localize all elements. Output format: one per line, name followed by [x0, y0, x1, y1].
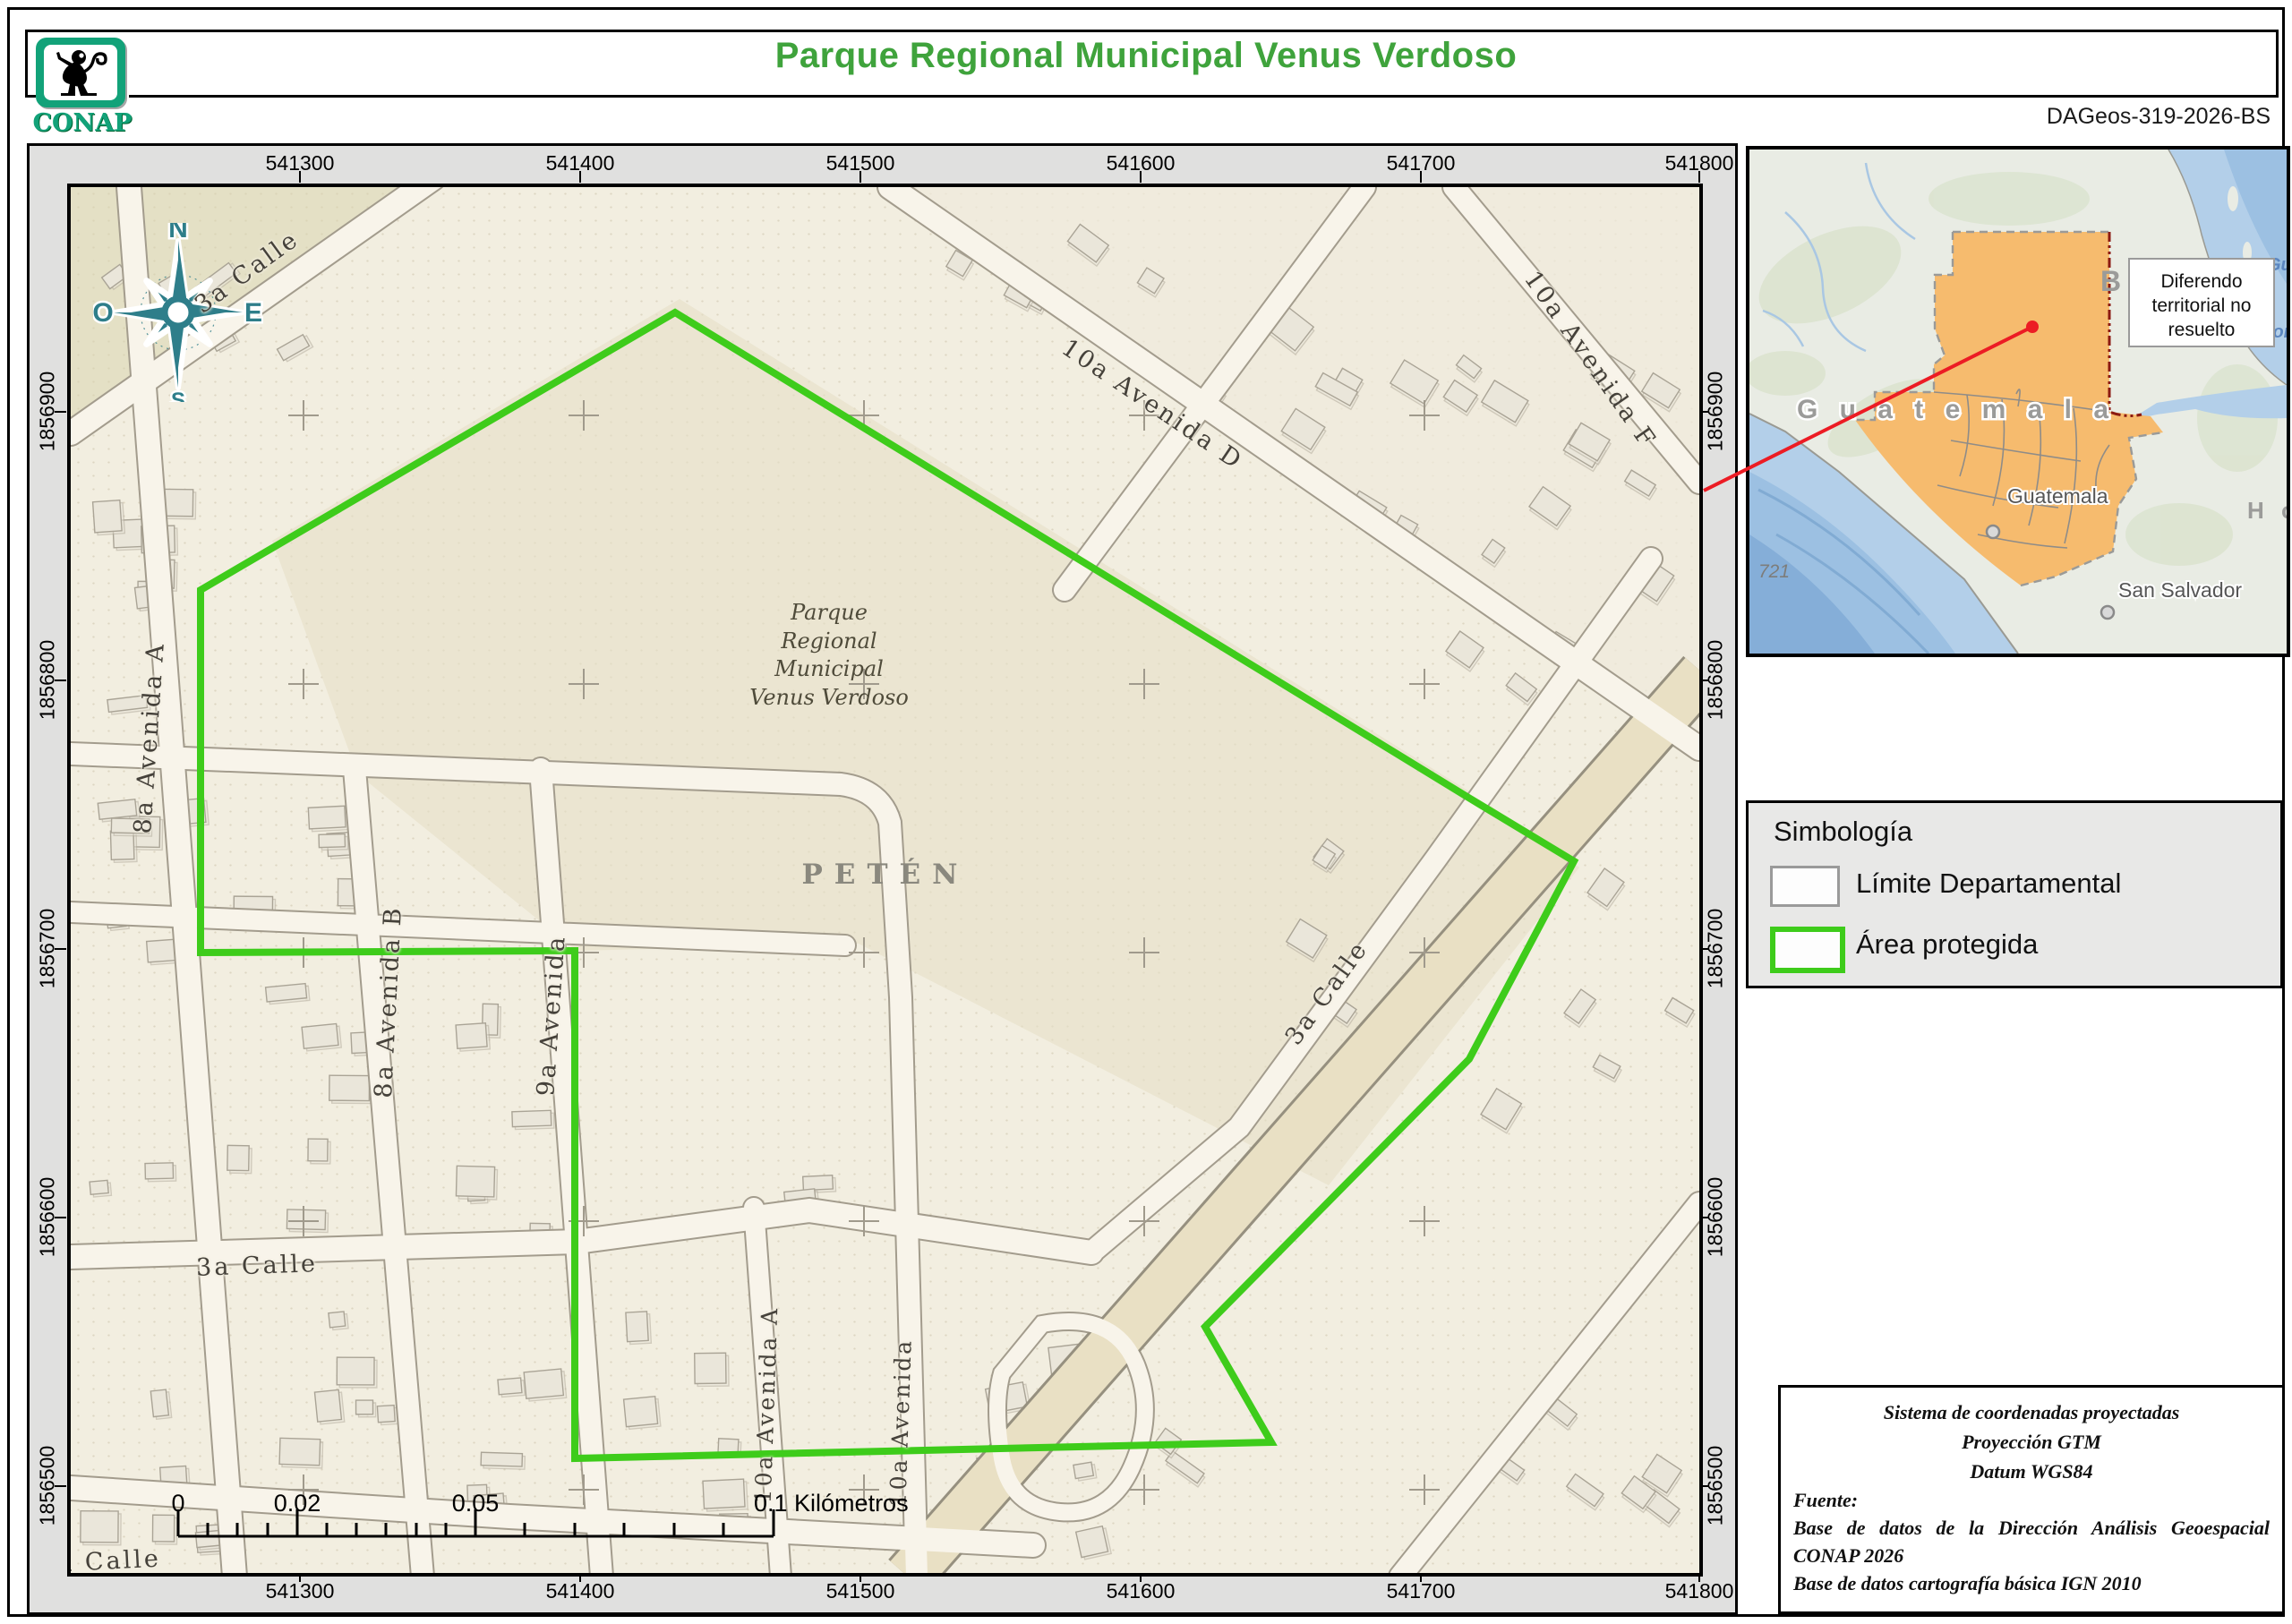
legend-title: Simbología	[1774, 816, 1913, 847]
inset-road-number: 721	[1758, 561, 1790, 582]
conap-logo: CONAP	[33, 38, 132, 137]
inset-san-salvador-label: San Salvador	[2118, 578, 2242, 602]
legend: Simbología Límite Departamental Área pro…	[1746, 800, 2283, 988]
monkey-icon	[56, 50, 107, 96]
department-label: PETÉN	[801, 859, 970, 891]
map-metadata-box: Sistema de coordenadas proyectadas Proye…	[1778, 1385, 2285, 1614]
callout-line-3: resuelto	[2168, 320, 2236, 340]
inset-belize-label: B	[2100, 265, 2121, 297]
callout-line-1: Diferendo	[2160, 271, 2242, 292]
inset-capital-label: Guatemala	[2007, 484, 2108, 508]
street-name-label: 3a Calle	[195, 1250, 319, 1282]
datum-line: Datum WGS84	[1970, 1460, 2093, 1483]
callout-line-2: territorial no	[2152, 295, 2252, 316]
compass-rose-icon: N E S O	[93, 223, 263, 402]
map-canvas: N E S O 3a Calle 8a Avenida A 8a Avenida B…	[67, 184, 1703, 1577]
street-name-label: a Calle	[67, 1544, 162, 1577]
inset-callout: Diferendo territorial no resuelto	[2128, 258, 2275, 347]
inset-country-label: G u a t e m a l a	[1797, 395, 2116, 424]
compass-south: S	[171, 389, 185, 402]
inset-capital-dot	[1985, 524, 2001, 540]
legend-item-label: Área protegida	[1856, 928, 2039, 960]
inset-locator-map: G u a t e m a l a B Guatemala San Salvad…	[1746, 146, 2290, 657]
source-line-1: Base de datos de la Dirección Análisis G…	[1793, 1516, 2270, 1568]
map-title: Parque Regional Municipal Venus Verdoso	[774, 36, 1518, 75]
compass-west: O	[93, 298, 114, 328]
document-id: DAGeos-319-2026-BS	[2046, 104, 2271, 129]
conap-wordmark: CONAP	[32, 109, 133, 137]
source-line-2: Base de datos cartografía básica IGN 201…	[1793, 1572, 2142, 1595]
compass-east: E	[244, 298, 262, 328]
departmental-limit-swatch	[1770, 866, 1840, 907]
scale-bar-ruler	[176, 1509, 775, 1538]
compass-north: N	[168, 223, 188, 244]
projection-line: Proyección GTM	[1962, 1431, 2101, 1454]
inset-honduras-label: H o	[2247, 497, 2287, 524]
source-heading: Fuente:	[1793, 1488, 1859, 1511]
protected-area-swatch	[1770, 927, 1845, 973]
inset-san-salvador-dot	[2100, 604, 2116, 620]
park-name-label: Parque Regional Municipal Venus Verdoso	[749, 600, 909, 711]
legend-item-label: Límite Departamental	[1856, 868, 2122, 899]
crs-line: Sistema de coordenadas proyectadas	[1883, 1401, 2180, 1423]
